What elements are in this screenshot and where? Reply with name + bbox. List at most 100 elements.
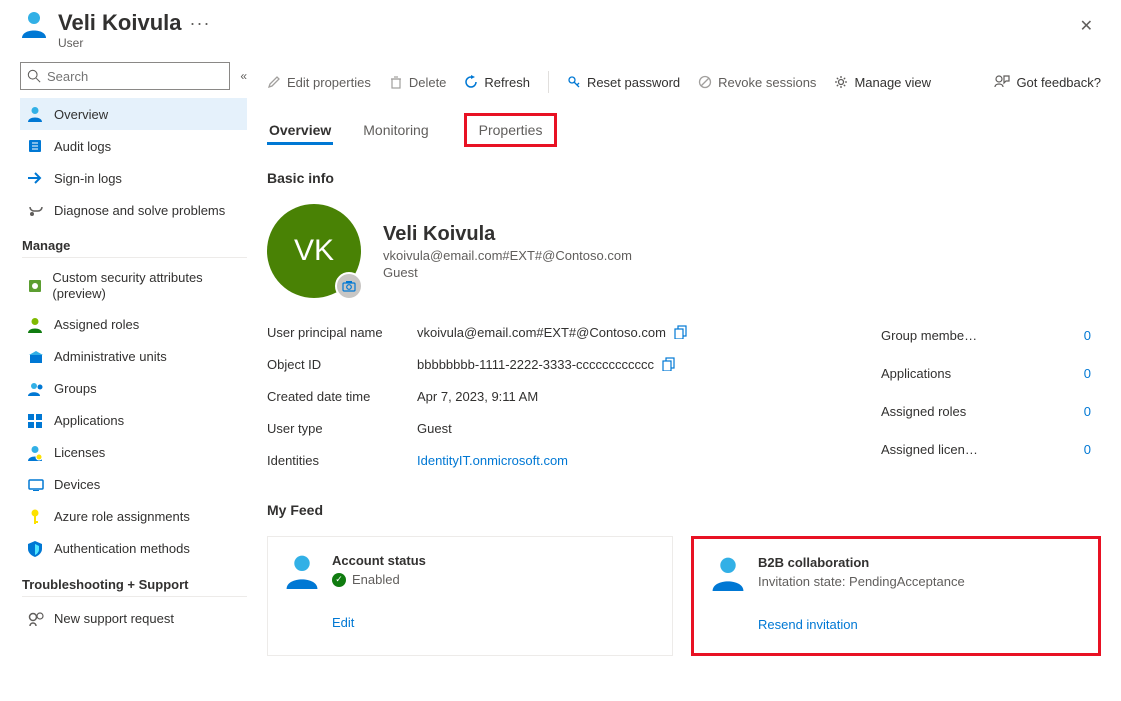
admin-icon <box>28 350 44 364</box>
toolbar-divider <box>548 71 549 93</box>
refresh-button[interactable]: Refresh <box>464 75 530 90</box>
delete-button[interactable]: Delete <box>389 75 447 90</box>
sidebar-item-groups[interactable]: Groups <box>20 373 247 405</box>
sidebar-item-auth-methods[interactable]: Authentication methods <box>20 533 247 565</box>
gear-icon <box>834 75 848 89</box>
feed-cards: Account status ✓ Enabled Edit B2B c <box>267 536 1101 656</box>
more-actions-icon[interactable]: ··· <box>190 13 211 34</box>
close-button[interactable]: ✕ <box>1072 10 1101 42</box>
profile-upn: vkoivula@email.com#EXT#@Contoso.com <box>383 248 632 263</box>
identities-value[interactable]: IdentityIT.onmicrosoft.com <box>417 453 568 468</box>
tab-properties[interactable]: Properties <box>464 113 558 147</box>
sidebar-item-licenses[interactable]: Licenses <box>20 437 247 469</box>
csa-icon <box>28 279 42 293</box>
profile-name: Veli Koivula <box>383 223 632 246</box>
manage-view-button[interactable]: Manage view <box>834 75 931 90</box>
search-icon <box>27 69 41 83</box>
sidebar-item-diagnose[interactable]: Diagnose and solve problems <box>20 194 247 226</box>
avatar: VK <box>267 204 361 298</box>
sidebar-label: Devices <box>54 477 100 492</box>
card-resend-link[interactable]: Resend invitation <box>758 617 1080 632</box>
revoke-icon <box>698 75 712 89</box>
tab-bar: Overview Monitoring Properties <box>267 116 1101 144</box>
roles-stat-value[interactable]: 0 <box>1084 404 1101 419</box>
sidebar-label: Applications <box>54 413 124 428</box>
camera-icon <box>342 280 356 292</box>
roles-stat-label: Assigned roles <box>881 404 966 419</box>
sidebar-label: Authentication methods <box>54 541 190 556</box>
shield-icon <box>28 541 44 557</box>
audit-icon <box>28 139 44 153</box>
trash-icon <box>389 75 403 89</box>
card-title: Account status <box>332 553 426 568</box>
oid-label: Object ID <box>267 357 417 372</box>
copy-oid-button[interactable] <box>662 357 676 371</box>
created-label: Created date time <box>267 389 417 404</box>
sidebar-label: New support request <box>54 611 174 626</box>
sidebar-label: Administrative units <box>54 349 167 364</box>
edit-properties-button[interactable]: Edit properties <box>267 75 371 90</box>
sidebar-item-azure-roles[interactable]: Azure role assignments <box>20 501 247 533</box>
groups-stat-value[interactable]: 0 <box>1084 328 1101 343</box>
sidebar-item-support-request[interactable]: New support request <box>20 603 247 635</box>
camera-badge[interactable] <box>335 272 363 300</box>
upn-value: vkoivula@email.com#EXT#@Contoso.com <box>417 325 666 340</box>
sidebar-item-overview[interactable]: Overview <box>20 98 247 130</box>
card-status: Invitation state: PendingAcceptance <box>758 574 965 589</box>
card-status: Enabled <box>352 572 400 587</box>
user-small-icon <box>28 106 44 122</box>
sidebar-label: Overview <box>54 107 108 122</box>
card-account-status: Account status ✓ Enabled Edit <box>267 536 673 656</box>
main-content: Edit properties Delete Refresh Reset pas… <box>255 54 1121 701</box>
sidebar-item-devices[interactable]: Devices <box>20 469 247 501</box>
feedback-button[interactable]: Got feedback? <box>994 75 1101 90</box>
sidebar-item-csa[interactable]: Custom security attributes (preview) <box>20 264 247 309</box>
search-input[interactable] <box>47 69 223 84</box>
roles-icon <box>28 317 44 333</box>
sidebar: « Overview Audit logs Sign-in logs Diagn… <box>0 54 255 701</box>
sidebar-label: Assigned roles <box>54 317 139 332</box>
card-edit-link[interactable]: Edit <box>332 615 654 630</box>
my-feed-heading: My Feed <box>267 502 1101 518</box>
usertype-value: Guest <box>417 421 452 436</box>
card-title: B2B collaboration <box>758 555 965 570</box>
tab-overview[interactable]: Overview <box>267 116 333 144</box>
profile-block: VK Veli Koivula vkoivula@email.com#EXT#@… <box>267 204 1101 298</box>
apps-stat-value[interactable]: 0 <box>1084 366 1101 381</box>
search-input-wrap[interactable] <box>20 62 230 90</box>
tab-monitoring[interactable]: Monitoring <box>361 116 430 144</box>
sidebar-item-audit-logs[interactable]: Audit logs <box>20 130 247 162</box>
sidebar-section-manage: Manage <box>22 238 247 258</box>
sidebar-item-admin-units[interactable]: Administrative units <box>20 341 247 373</box>
diagnose-icon <box>28 203 44 217</box>
apps-stat-label: Applications <box>881 366 951 381</box>
sidebar-label: Sign-in logs <box>54 171 122 186</box>
user-icon <box>712 555 744 591</box>
usertype-label: User type <box>267 421 417 436</box>
collapse-sidebar-icon[interactable]: « <box>240 69 247 83</box>
licenses-stat-label: Assigned licen… <box>881 442 978 457</box>
upn-label: User principal name <box>267 325 417 340</box>
support-icon <box>28 612 44 626</box>
licenses-icon <box>28 445 44 461</box>
reset-password-button[interactable]: Reset password <box>567 75 680 90</box>
page-subtitle: User <box>58 36 1072 50</box>
sidebar-label: Custom security attributes (preview) <box>52 270 239 303</box>
sidebar-label: Diagnose and solve problems <box>54 203 225 218</box>
check-icon: ✓ <box>332 573 346 587</box>
key-reset-icon <box>567 75 581 89</box>
sidebar-item-applications[interactable]: Applications <box>20 405 247 437</box>
card-b2b: B2B collaboration Invitation state: Pend… <box>691 536 1101 656</box>
copy-upn-button[interactable] <box>674 325 688 339</box>
licenses-stat-value[interactable]: 0 <box>1084 442 1101 457</box>
revoke-sessions-button[interactable]: Revoke sessions <box>698 75 816 90</box>
sidebar-item-signin-logs[interactable]: Sign-in logs <box>20 162 247 194</box>
user-icon <box>286 553 318 589</box>
sidebar-section-support: Troubleshooting + Support <box>22 577 247 597</box>
pencil-icon <box>267 75 281 89</box>
info-grid: User principal name vkoivula@email.com#E… <box>267 316 1101 476</box>
sidebar-item-assigned-roles[interactable]: Assigned roles <box>20 309 247 341</box>
toolbar: Edit properties Delete Refresh Reset pas… <box>267 62 1101 102</box>
basic-info-heading: Basic info <box>267 170 1101 186</box>
key-icon <box>28 509 44 525</box>
